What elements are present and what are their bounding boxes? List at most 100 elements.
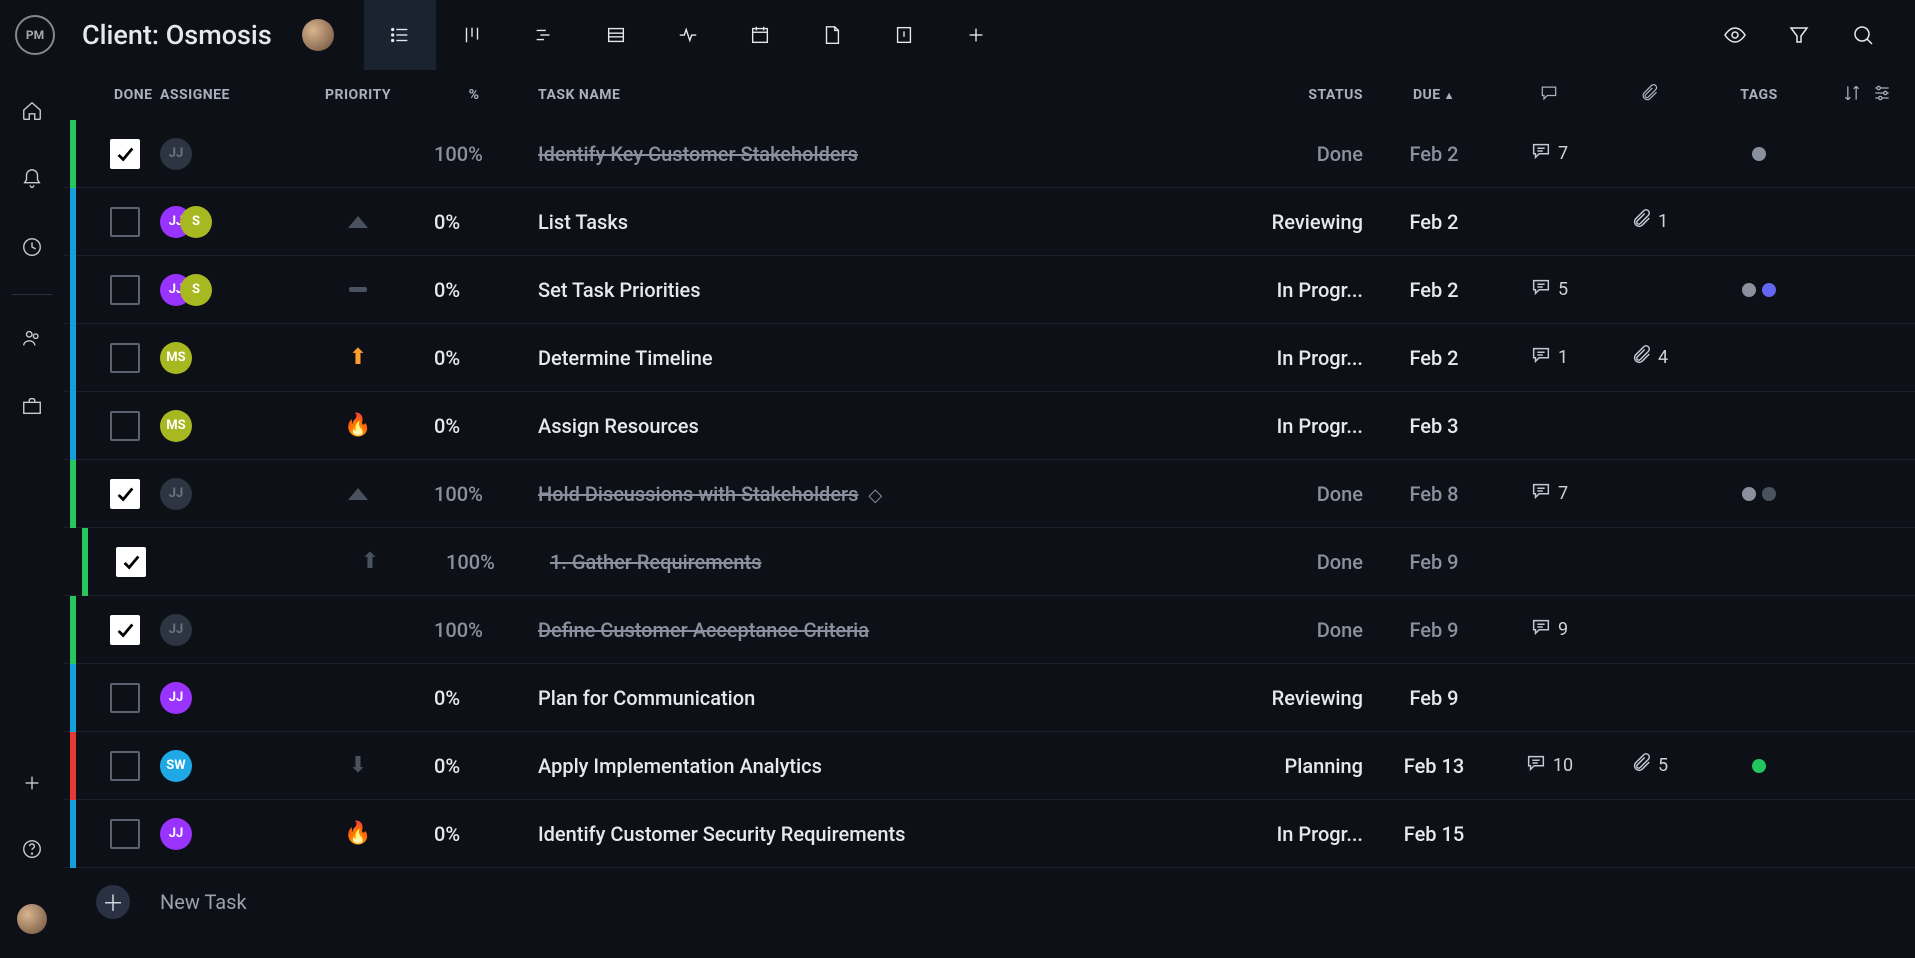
- priority-cell[interactable]: ⬆: [347, 347, 369, 369]
- priority-cell[interactable]: ⬇: [347, 755, 369, 777]
- task-name-cell[interactable]: Set Task Priorities: [518, 278, 1239, 302]
- status-cell[interactable]: In Progr...: [1239, 414, 1369, 438]
- status-cell[interactable]: Done: [1239, 618, 1369, 642]
- task-row[interactable]: SW ⬇ 0% Apply Implementation Analytics P…: [64, 732, 1915, 800]
- assignee-stack[interactable]: JJ: [160, 478, 192, 510]
- tags-cell[interactable]: [1699, 759, 1819, 773]
- percent-complete[interactable]: 0%: [430, 414, 518, 438]
- nav-notifications[interactable]: [21, 168, 43, 194]
- task-name-cell[interactable]: Hold Discussions with Stakeholders◇: [518, 482, 1239, 506]
- column-due[interactable]: DUE▲: [1369, 87, 1499, 103]
- column-tags[interactable]: TAGS: [1699, 87, 1819, 103]
- assignee-stack[interactable]: JJ: [160, 138, 192, 170]
- assignee-stack[interactable]: SW: [160, 750, 192, 782]
- due-date-cell[interactable]: Feb 15: [1369, 822, 1499, 846]
- task-row[interactable]: JJ 100% Hold Discussions with Stakeholde…: [64, 460, 1915, 528]
- status-cell[interactable]: In Progr...: [1239, 278, 1369, 302]
- search-button[interactable]: [1851, 23, 1875, 47]
- priority-cell[interactable]: [347, 211, 369, 233]
- settings-button[interactable]: [1872, 83, 1892, 107]
- app-logo[interactable]: PM: [15, 15, 55, 55]
- due-date-cell[interactable]: Feb 2: [1369, 278, 1499, 302]
- task-row[interactable]: JJS 0% List Tasks Reviewing Feb 2 1: [64, 188, 1915, 256]
- due-date-cell[interactable]: Feb 8: [1369, 482, 1499, 506]
- percent-complete[interactable]: 0%: [430, 822, 518, 846]
- column-percent[interactable]: %: [430, 87, 518, 103]
- task-name-cell[interactable]: Assign Resources: [518, 414, 1239, 438]
- status-cell[interactable]: In Progr...: [1239, 346, 1369, 370]
- percent-complete[interactable]: 100%: [442, 550, 530, 574]
- assignee-stack[interactable]: JJS: [160, 274, 212, 306]
- attachments-cell[interactable]: 4: [1599, 344, 1699, 371]
- task-row[interactable]: MS ⬆ 0% Determine Timeline In Progr... F…: [64, 324, 1915, 392]
- view-tab-list[interactable]: [364, 0, 436, 70]
- nav-work[interactable]: [21, 395, 43, 421]
- priority-cell[interactable]: [347, 279, 369, 301]
- task-name-cell[interactable]: Determine Timeline: [518, 346, 1239, 370]
- task-name-cell[interactable]: List Tasks: [518, 210, 1239, 234]
- due-date-cell[interactable]: Feb 3: [1369, 414, 1499, 438]
- tag-dot[interactable]: [1752, 759, 1766, 773]
- priority-cell[interactable]: 🔥: [347, 415, 369, 437]
- view-tab-board[interactable]: [436, 0, 508, 70]
- status-cell[interactable]: Done: [1239, 550, 1369, 574]
- priority-cell[interactable]: [347, 619, 369, 641]
- task-row[interactable]: MS 🔥 0% Assign Resources In Progr... Feb…: [64, 392, 1915, 460]
- assignee-avatar[interactable]: S: [180, 206, 212, 238]
- percent-complete[interactable]: 100%: [430, 142, 518, 166]
- filter-button[interactable]: [1787, 23, 1811, 47]
- column-priority[interactable]: PRIORITY: [286, 87, 430, 103]
- due-date-cell[interactable]: Feb 9: [1369, 618, 1499, 642]
- assignee-avatar[interactable]: JJ: [160, 818, 192, 850]
- nav-team[interactable]: [21, 327, 43, 353]
- attachments-cell[interactable]: 1: [1599, 208, 1699, 235]
- comments-cell[interactable]: 7: [1499, 140, 1599, 167]
- done-checkbox[interactable]: [110, 819, 140, 849]
- assignee-avatar[interactable]: MS: [160, 410, 192, 442]
- task-name-cell[interactable]: Define Customer Acceptance Criteria: [518, 618, 1239, 642]
- status-cell[interactable]: Done: [1239, 142, 1369, 166]
- task-row[interactable]: ⬆ 100% 1. Gather Requirements Done Feb 9: [64, 528, 1915, 596]
- new-task-row[interactable]: ＋ New Task: [64, 868, 1915, 936]
- status-cell[interactable]: Planning: [1239, 754, 1369, 778]
- percent-complete[interactable]: 100%: [430, 482, 518, 506]
- sort-button[interactable]: [1842, 83, 1862, 107]
- nav-recent[interactable]: [21, 236, 43, 262]
- done-checkbox[interactable]: [110, 343, 140, 373]
- column-task-name[interactable]: TASK NAME: [518, 87, 1239, 103]
- add-task-button[interactable]: ＋: [96, 885, 130, 919]
- task-row[interactable]: JJ 100% Identify Key Customer Stakeholde…: [64, 120, 1915, 188]
- assignee-stack[interactable]: JJS: [160, 206, 212, 238]
- view-tab-calendar[interactable]: [724, 0, 796, 70]
- tag-dot[interactable]: [1742, 487, 1756, 501]
- done-checkbox[interactable]: [110, 275, 140, 305]
- done-checkbox[interactable]: [110, 479, 140, 509]
- done-checkbox[interactable]: [116, 547, 146, 577]
- comments-cell[interactable]: 5: [1499, 276, 1599, 303]
- assignee-avatar[interactable]: MS: [160, 342, 192, 374]
- due-date-cell[interactable]: Feb 9: [1369, 550, 1499, 574]
- assignee-stack[interactable]: MS: [160, 342, 192, 374]
- view-tab-file[interactable]: [796, 0, 868, 70]
- watch-button[interactable]: [1723, 23, 1747, 47]
- assignee-avatar[interactable]: SW: [160, 750, 192, 782]
- assignee-avatar[interactable]: JJ: [160, 138, 192, 170]
- column-status[interactable]: STATUS: [1239, 87, 1369, 103]
- priority-cell[interactable]: [347, 687, 369, 709]
- done-checkbox[interactable]: [110, 139, 140, 169]
- done-checkbox[interactable]: [110, 751, 140, 781]
- column-attachments[interactable]: [1599, 83, 1699, 107]
- assignee-stack[interactable]: JJ: [160, 818, 192, 850]
- assignee-avatar[interactable]: JJ: [160, 478, 192, 510]
- comments-cell[interactable]: 7: [1499, 480, 1599, 507]
- task-name-cell[interactable]: Identify Customer Security Requirements: [518, 822, 1239, 846]
- project-title[interactable]: Client: Osmosis: [82, 19, 272, 51]
- status-cell[interactable]: In Progr...: [1239, 822, 1369, 846]
- view-tab-activity[interactable]: [652, 0, 724, 70]
- assignee-avatar[interactable]: S: [180, 274, 212, 306]
- tags-cell[interactable]: [1699, 487, 1819, 501]
- task-name-cell[interactable]: Apply Implementation Analytics: [518, 754, 1239, 778]
- due-date-cell[interactable]: Feb 2: [1369, 210, 1499, 234]
- nav-add[interactable]: [21, 772, 43, 798]
- attachments-cell[interactable]: 5: [1599, 752, 1699, 779]
